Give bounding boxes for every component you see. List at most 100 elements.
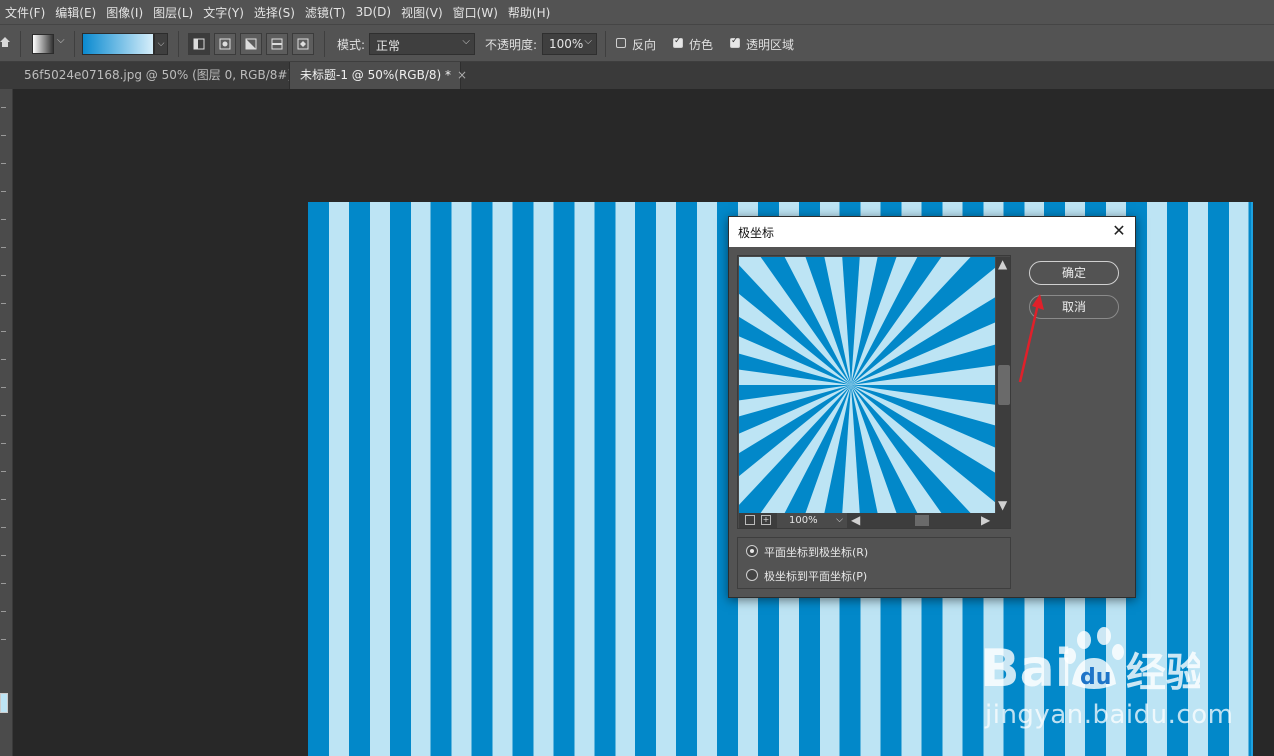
scroll-right-icon[interactable]: ▶ bbox=[981, 514, 990, 526]
separator bbox=[605, 31, 606, 57]
scrollbar-thumb[interactable] bbox=[915, 515, 929, 526]
zoom-in-icon[interactable]: + bbox=[761, 515, 771, 525]
polar-to-rect-label[interactable]: 极坐标到平面坐标(P) bbox=[764, 568, 867, 584]
separator bbox=[324, 31, 325, 57]
tool-icon[interactable] bbox=[1, 135, 6, 136]
polar-to-rect-radio[interactable] bbox=[746, 569, 758, 581]
foreground-color-swatch[interactable] bbox=[0, 693, 8, 713]
options-bar: ⌵ ⌵ 模式: 正常 ⌵ 不透明度: 100% ⌵ 反向 仿色 透明区域 bbox=[0, 24, 1274, 62]
tool-icon[interactable] bbox=[1, 387, 6, 388]
gradient-preview-swatch[interactable] bbox=[82, 33, 154, 55]
opacity-value: 100% bbox=[549, 37, 584, 51]
menu-filter[interactable]: 滤镜(T) bbox=[300, 4, 351, 21]
angle-gradient-button[interactable] bbox=[240, 33, 262, 55]
separator bbox=[20, 31, 21, 57]
menu-type[interactable]: 文字(Y) bbox=[198, 4, 249, 21]
menu-window[interactable]: 窗口(W) bbox=[448, 4, 503, 21]
tool-icon[interactable] bbox=[1, 191, 6, 192]
tab-label: 56f5024e07168.jpg @ 50% (图层 0, RGB/8#) * bbox=[24, 68, 302, 82]
tool-icon[interactable] bbox=[1, 555, 6, 556]
tab-label: 未标题-1 @ 50%(RGB/8) * bbox=[300, 68, 451, 82]
chevron-down-icon[interactable]: ⌵ bbox=[57, 35, 65, 46]
dialog-title-bar[interactable]: 极坐标 ✕ bbox=[729, 217, 1135, 247]
rect-to-polar-label[interactable]: 平面坐标到极坐标(R) bbox=[764, 544, 868, 560]
mode-dropdown[interactable]: 正常 ⌵ bbox=[369, 33, 475, 55]
reverse-label: 反向 bbox=[632, 38, 657, 52]
tool-icon[interactable] bbox=[1, 639, 6, 640]
tool-icon[interactable] bbox=[1, 107, 6, 108]
tool-icon[interactable] bbox=[1, 219, 6, 220]
tab-document-jpg[interactable]: 56f5024e07168.jpg @ 50% (图层 0, RGB/8#) *… bbox=[14, 62, 318, 89]
radial-gradient-button[interactable] bbox=[214, 33, 236, 55]
preview-panel: ▲ ▼ + 100% ⌵ ◀ ▶ bbox=[737, 255, 1011, 529]
reflected-gradient-button[interactable] bbox=[266, 33, 288, 55]
transparency-checkbox[interactable] bbox=[730, 36, 740, 48]
menu-bar: 文件(F) 编辑(E) 图像(I) 图层(L) 文字(Y) 选择(S) 滤镜(T… bbox=[0, 0, 1274, 24]
tool-icon[interactable] bbox=[1, 275, 6, 276]
menu-image[interactable]: 图像(I) bbox=[101, 4, 148, 21]
conversion-options: 平面坐标到极坐标(R) 极坐标到平面坐标(P) bbox=[737, 537, 1011, 589]
chevron-down-icon: ⌵ bbox=[584, 36, 592, 47]
sunburst-preview bbox=[739, 257, 995, 513]
tab-untitled-1[interactable]: 未标题-1 @ 50%(RGB/8) * × bbox=[289, 62, 467, 89]
tools-panel bbox=[0, 89, 13, 756]
linear-gradient-icon bbox=[193, 38, 205, 50]
filter-preview[interactable] bbox=[739, 257, 995, 513]
zoom-level[interactable]: 100% ⌵ bbox=[777, 513, 847, 528]
scroll-down-icon[interactable]: ▼ bbox=[998, 499, 1007, 511]
home-icon[interactable] bbox=[0, 35, 10, 49]
separator bbox=[178, 31, 179, 57]
tool-icon[interactable] bbox=[1, 331, 6, 332]
gradient-tool-icon[interactable] bbox=[32, 34, 54, 54]
tool-icon[interactable] bbox=[1, 415, 6, 416]
dither-checkbox[interactable] bbox=[673, 36, 683, 48]
tool-icon[interactable] bbox=[1, 163, 6, 164]
zoom-out-icon[interactable] bbox=[745, 515, 755, 525]
tool-icon[interactable] bbox=[1, 527, 6, 528]
tool-icon[interactable] bbox=[1, 471, 6, 472]
rect-to-polar-radio[interactable] bbox=[746, 545, 758, 557]
diamond-gradient-icon bbox=[297, 38, 309, 50]
menu-view[interactable]: 视图(V) bbox=[396, 4, 448, 21]
tool-icon[interactable] bbox=[1, 499, 6, 500]
svg-text:Bai: Bai bbox=[980, 639, 1073, 699]
chevron-down-icon: ⌵ bbox=[836, 515, 843, 525]
tool-icon[interactable] bbox=[1, 359, 6, 360]
menu-select[interactable]: 选择(S) bbox=[249, 4, 300, 21]
tool-icon[interactable] bbox=[1, 247, 6, 248]
tool-icon[interactable] bbox=[1, 443, 6, 444]
dither-label: 仿色 bbox=[689, 38, 714, 52]
preview-vertical-scrollbar[interactable]: ▲ ▼ bbox=[996, 257, 1010, 513]
gradient-picker-dropdown[interactable]: ⌵ bbox=[154, 33, 168, 55]
tool-icon[interactable] bbox=[1, 611, 6, 612]
menu-edit[interactable]: 编辑(E) bbox=[50, 4, 101, 21]
reflected-gradient-icon bbox=[271, 38, 283, 50]
scroll-up-icon[interactable]: ▲ bbox=[998, 258, 1007, 270]
polar-coordinates-dialog: 极坐标 ✕ ▲ ▼ + 100% ⌵ ◀ ▶ 确定 取消 平面坐标到极坐标(R) … bbox=[728, 216, 1136, 598]
close-icon[interactable]: × bbox=[457, 68, 467, 82]
menu-help[interactable]: 帮助(H) bbox=[503, 4, 555, 21]
menu-file[interactable]: 文件(F) bbox=[0, 4, 50, 21]
scrollbar-thumb[interactable] bbox=[998, 365, 1010, 405]
opacity-input[interactable]: 100% ⌵ bbox=[542, 33, 597, 55]
dialog-title: 极坐标 bbox=[738, 226, 775, 240]
transparency-label: 透明区域 bbox=[746, 38, 795, 52]
mode-value: 正常 bbox=[376, 39, 401, 53]
diamond-gradient-button[interactable] bbox=[292, 33, 314, 55]
close-icon[interactable]: ✕ bbox=[1109, 221, 1129, 241]
svg-text:du: du bbox=[1080, 665, 1111, 690]
scroll-left-icon[interactable]: ◀ bbox=[851, 514, 860, 526]
menu-layer[interactable]: 图层(L) bbox=[148, 4, 198, 21]
reverse-checkbox[interactable] bbox=[616, 38, 626, 48]
ok-button[interactable]: 确定 bbox=[1029, 261, 1119, 285]
chevron-down-icon: ⌵ bbox=[462, 36, 470, 47]
menu-3d[interactable]: 3D(D) bbox=[351, 5, 396, 19]
linear-gradient-button[interactable] bbox=[188, 33, 210, 55]
mode-label: 模式: bbox=[337, 38, 366, 52]
zoom-value: 100% bbox=[789, 515, 818, 526]
angle-gradient-icon bbox=[245, 38, 257, 50]
tool-icon[interactable] bbox=[1, 303, 6, 304]
canvas-border bbox=[1251, 202, 1253, 756]
tool-icon[interactable] bbox=[1, 583, 6, 584]
opacity-label: 不透明度: bbox=[485, 38, 538, 52]
